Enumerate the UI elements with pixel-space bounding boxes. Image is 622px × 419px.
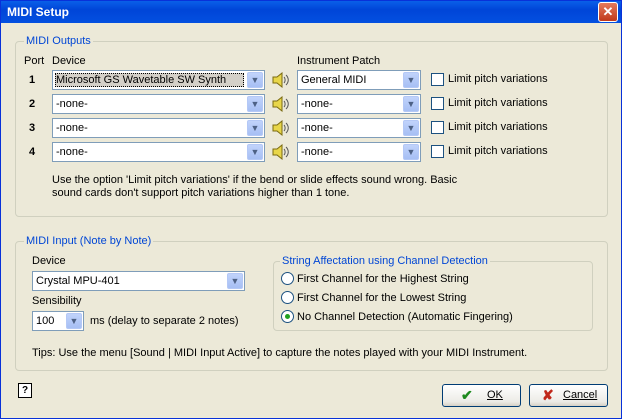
midi-input-title: MIDI Input (Note by Note) [24,235,154,247]
limit-pitch-checkbox-3[interactable] [431,121,444,134]
ok-button[interactable]: ✔ OK [442,384,521,407]
speaker-icon[interactable] [271,144,289,160]
port-number: 4 [29,146,36,158]
port-number: 2 [29,98,36,110]
output-device-select-2[interactable]: -none- ▼ [52,94,265,114]
radio-no-channel-detection-label[interactable]: No Channel Detection (Automatic Fingerin… [297,311,513,324]
input-device-value: Crystal MPU-401 [36,275,120,287]
instrument-patch-value: -none- [301,122,333,134]
instrument-patch-value: -none- [301,146,333,158]
checkmark-icon: ✔ [461,387,473,403]
ok-button-label: OK [487,389,503,401]
channel-detection-title: String Affectation using Channel Detecti… [280,255,490,267]
instrument-patch-select-1[interactable]: General MIDI ▼ [297,70,421,90]
output-device-value: Microsoft GS Wavetable SW Synth [56,74,227,86]
speaker-icon[interactable] [271,120,289,136]
device-header: Device [52,55,86,67]
sensibility-ms-text: ms (delay to separate 2 notes) [90,315,239,327]
sensibility-value: 100 [36,315,55,327]
cross-icon: ✘ [542,387,554,403]
output-device-value: -none- [56,122,88,134]
port-number: 3 [29,122,36,134]
instrument-patch-select-3[interactable]: -none- ▼ [297,118,421,138]
limit-pitch-checkbox-2[interactable] [431,97,444,110]
close-button[interactable]: ✕ [598,2,618,22]
chevron-down-icon[interactable]: ▼ [403,72,419,88]
radio-highest-string-label[interactable]: First Channel for the Highest String [297,273,469,286]
chevron-down-icon[interactable]: ▼ [247,144,263,160]
sensibility-select[interactable]: 100 ▼ [32,311,84,331]
input-device-select[interactable]: Crystal MPU-401 ▼ [32,271,245,291]
speaker-icon[interactable] [271,72,289,88]
radio-lowest-string-label[interactable]: First Channel for the Lowest String [297,292,466,305]
limit-pitch-label[interactable]: Limit pitch variations [448,121,548,134]
midi-input-tips: Tips: Use the menu [Sound | MIDI Input A… [32,347,528,359]
help-icon[interactable]: ? [18,383,32,398]
port-header: Port [24,55,45,67]
limit-pitch-note-line-2: sound cards don't support pitch variatio… [52,187,350,199]
instrument-patch-value: General MIDI [301,74,367,86]
chevron-down-icon[interactable]: ▼ [227,273,243,289]
chevron-down-icon[interactable]: ▼ [247,120,263,136]
chevron-down-icon[interactable]: ▼ [403,144,419,160]
input-device-label: Device [32,255,66,267]
chevron-down-icon[interactable]: ▼ [247,96,263,112]
limit-pitch-label[interactable]: Limit pitch variations [448,145,548,158]
instrument-patch-select-2[interactable]: -none- ▼ [297,94,421,114]
limit-pitch-checkbox-4[interactable] [431,145,444,158]
sensibility-label: Sensibility [32,295,82,307]
chevron-down-icon[interactable]: ▼ [66,313,82,329]
radio-no-channel-detection[interactable] [281,310,294,323]
port-number: 1 [29,74,36,86]
limit-pitch-checkbox-1[interactable] [431,73,444,86]
output-device-select-1[interactable]: Microsoft GS Wavetable SW Synth ▼ [52,70,265,90]
instrument-patch-value: -none- [301,98,333,110]
limit-pitch-label[interactable]: Limit pitch variations [448,73,548,86]
output-device-select-3[interactable]: -none- ▼ [52,118,265,138]
radio-highest-string[interactable] [281,272,294,285]
output-device-value: -none- [56,98,88,110]
title-bar: MIDI Setup ✕ [1,1,621,23]
output-device-select-4[interactable]: -none- ▼ [52,142,265,162]
window-title: MIDI Setup [7,5,69,19]
chevron-down-icon[interactable]: ▼ [247,72,263,88]
instrument-patch-header: Instrument Patch [297,55,381,67]
midi-setup-window: MIDI Setup ✕ MIDI Outputs Port Device In… [0,0,622,419]
limit-pitch-label[interactable]: Limit pitch variations [448,97,548,110]
chevron-down-icon[interactable]: ▼ [403,96,419,112]
cancel-button[interactable]: ✘ Cancel [529,384,608,407]
chevron-down-icon[interactable]: ▼ [403,120,419,136]
instrument-patch-select-4[interactable]: -none- ▼ [297,142,421,162]
speaker-icon[interactable] [271,96,289,112]
radio-lowest-string[interactable] [281,291,294,304]
output-device-value: -none- [56,146,88,158]
midi-outputs-title: MIDI Outputs [24,35,93,47]
cancel-button-label: Cancel [563,389,598,401]
limit-pitch-note-line-1: Use the option 'Limit pitch variations' … [52,174,458,186]
